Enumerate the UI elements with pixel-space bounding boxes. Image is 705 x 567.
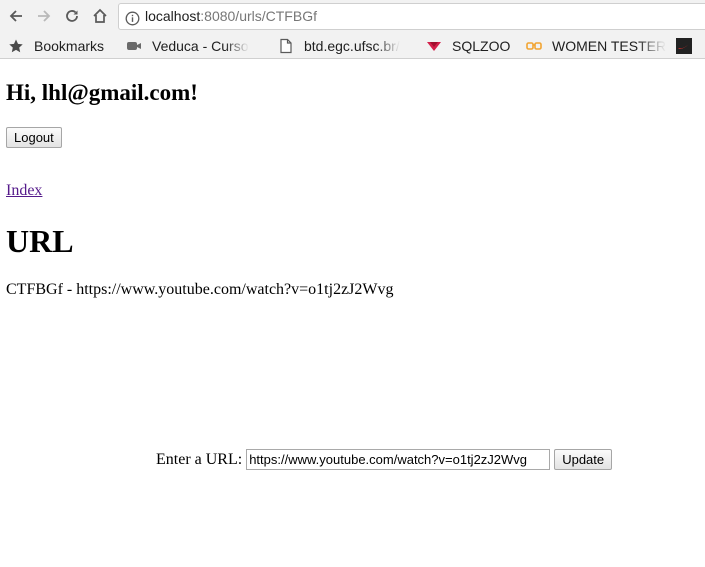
page-content: Hi, lhl@gmail.com! Logout Index URL CTFB…: [0, 59, 705, 567]
url-input[interactable]: [246, 449, 551, 470]
address-path: :8080/urls/CTFBGf: [200, 8, 317, 24]
bookmark-btd[interactable]: btd.egc.ufsc.br/: [278, 33, 416, 58]
glasses-icon: [526, 38, 542, 54]
update-url-form: Enter a URL: Update: [156, 449, 613, 470]
bookmark-veduca[interactable]: Veduca - Curso: [126, 33, 264, 58]
address-host: localhost: [145, 8, 201, 24]
home-icon[interactable]: [90, 6, 110, 26]
bookmark-label: WOMEN TESTER: [552, 37, 667, 54]
back-arrow-icon[interactable]: [6, 6, 26, 26]
bookmark-women-tester[interactable]: WOMEN TESTER: [526, 33, 668, 58]
browser-toolbar: localhost:8080/urls/CTFBGf: [0, 0, 705, 33]
video-camera-icon: [126, 38, 142, 54]
greeting-heading: Hi, lhl@gmail.com!: [6, 80, 198, 105]
bookmark-label: btd.egc.ufsc.br/: [304, 37, 400, 54]
update-button[interactable]: Update: [554, 449, 613, 470]
bookmark-label: Veduca - Curso: [152, 37, 249, 54]
logout-button[interactable]: Logout: [6, 127, 62, 148]
star-icon: [8, 38, 24, 54]
address-text: localhost:8080/urls/CTFBGf: [145, 4, 317, 29]
index-link[interactable]: Index: [6, 182, 42, 200]
address-bar[interactable]: localhost:8080/urls/CTFBGf: [118, 3, 705, 30]
page-title: URL: [6, 223, 74, 259]
bookmark-label: SQLZOO: [452, 37, 511, 54]
bookmark-label: Bookmarks: [34, 37, 105, 54]
url-input-label: Enter a URL:: [156, 450, 243, 468]
info-circle-icon[interactable]: [125, 9, 140, 34]
bookmark-bookmarks[interactable]: Bookmarks: [8, 33, 104, 58]
reload-icon[interactable]: [62, 6, 82, 26]
short-url-text: CTFBGf - https://www.youtube.com/watch?v…: [6, 281, 394, 298]
bookmarks-bar: Bookmarks Veduca - Curso btd.egc.ufsc.br…: [0, 33, 705, 59]
forward-arrow-icon[interactable]: [34, 6, 54, 26]
bookmark-sqlzoo[interactable]: SQLZOO: [426, 33, 510, 58]
nike-icon: [676, 37, 692, 54]
sqlzoo-icon: [426, 38, 442, 54]
bookmark-nike[interactable]: [676, 33, 692, 58]
page-icon: [278, 38, 294, 54]
